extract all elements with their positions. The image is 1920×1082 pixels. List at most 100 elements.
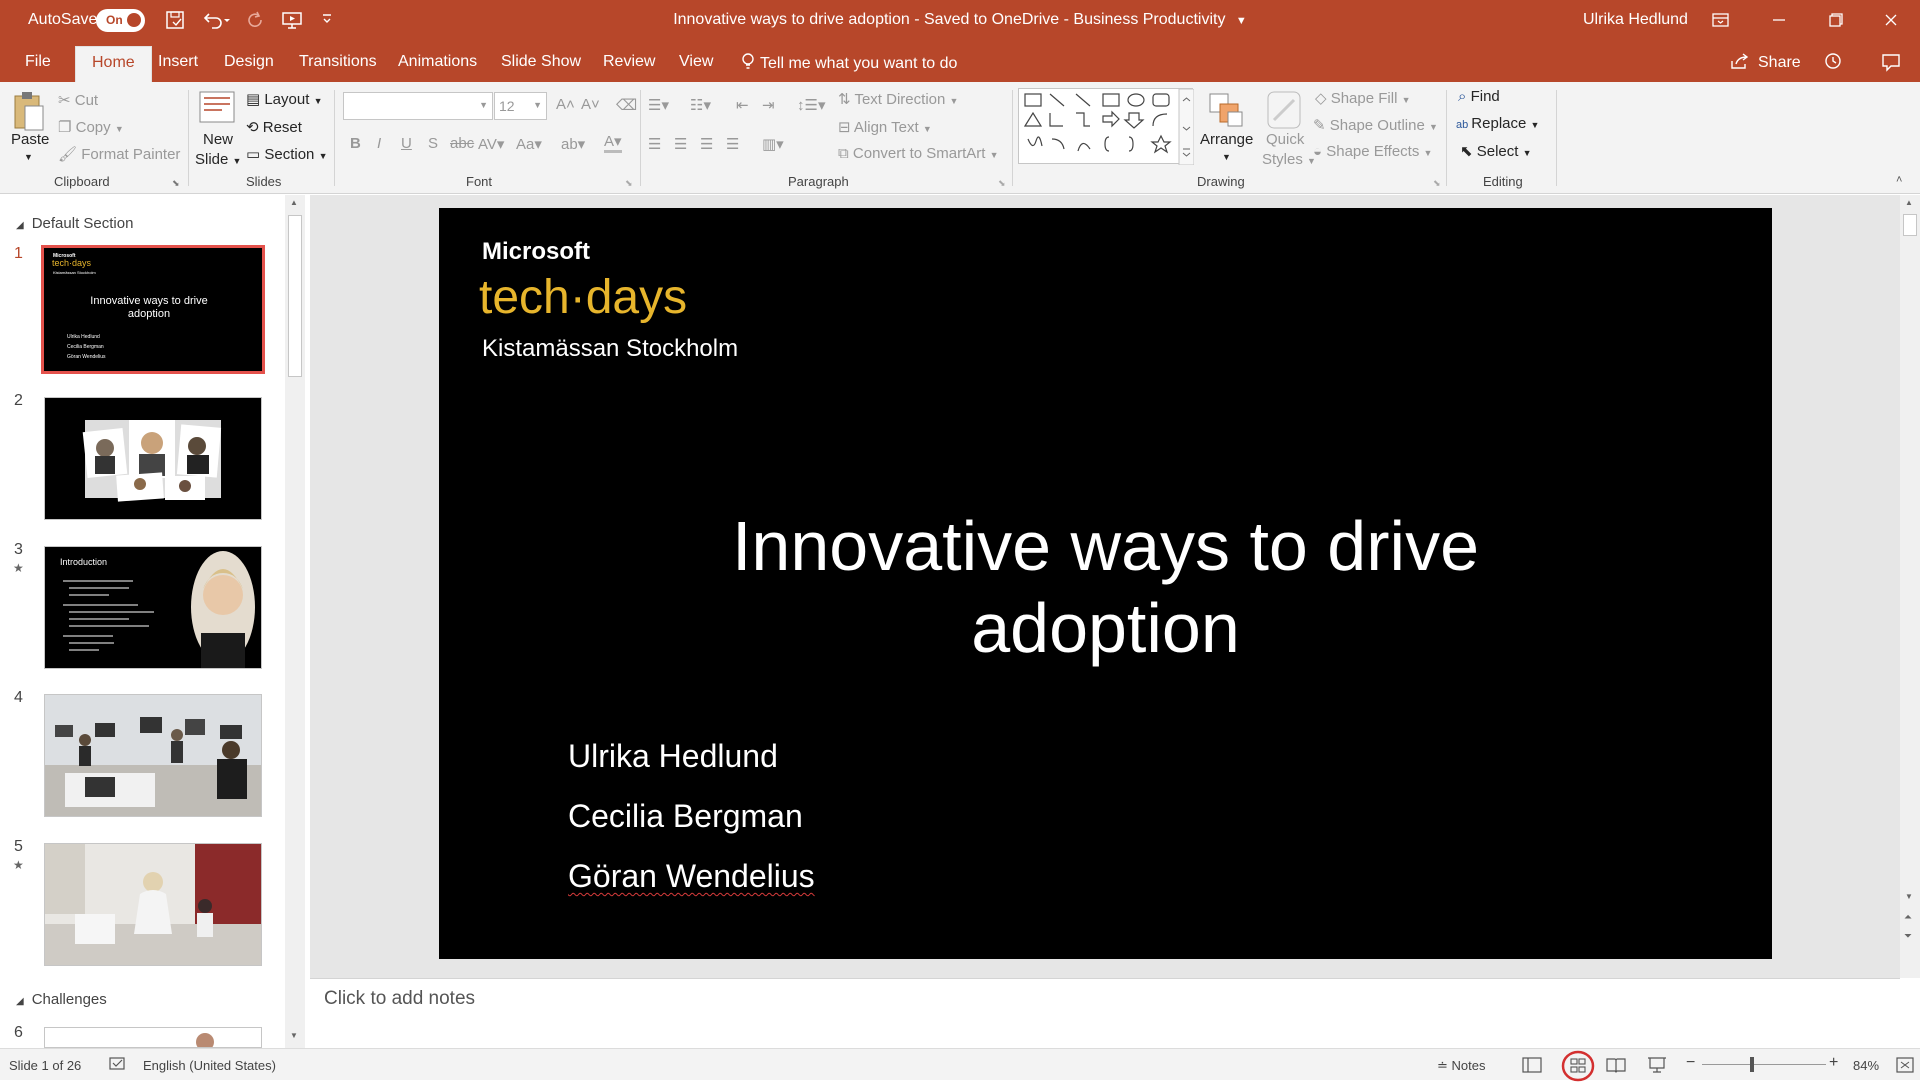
shape-outline-button[interactable]: ✎ Shape Outline ▼ (1313, 116, 1438, 134)
scrollbar-thumb[interactable] (288, 215, 302, 377)
tab-design[interactable]: Design (224, 53, 274, 71)
arrange-button[interactable]: Arrange (1200, 131, 1253, 148)
presenter-name[interactable]: Cecilia Bergman (568, 798, 803, 835)
minimize-icon[interactable] (1764, 8, 1794, 32)
scroll-down-icon[interactable]: ▼ (290, 1031, 298, 1040)
slide-thumbnail-4[interactable] (44, 694, 262, 817)
highlight-icon[interactable]: ab▾ (561, 135, 585, 153)
dialog-launcher-icon[interactable]: ⬊ (998, 178, 1006, 189)
change-case-icon[interactable]: Aa▾ (516, 135, 542, 153)
slide-thumbnail-3[interactable]: Introduction (44, 546, 262, 669)
layout-button[interactable]: ▤ Layout ▼ (246, 90, 322, 108)
close-icon[interactable] (1876, 8, 1906, 32)
decrease-indent-icon[interactable]: ⇤ (736, 96, 749, 114)
next-slide-icon[interactable]: ⏷ (1904, 931, 1912, 942)
tab-animations[interactable]: Animations (398, 53, 477, 71)
quick-styles-label-2[interactable]: Styles ▼ (1262, 151, 1316, 168)
italic-icon[interactable]: I (377, 135, 381, 152)
tab-home[interactable]: Home (75, 46, 152, 82)
clear-formatting-icon[interactable]: ⌫ (616, 96, 637, 114)
chevron-down-icon[interactable]: ▼ (24, 152, 33, 162)
zoom-level[interactable]: 84% (1853, 1058, 1879, 1073)
share-button[interactable]: Share (1730, 52, 1801, 72)
tab-review[interactable]: Review (603, 53, 655, 71)
select-button[interactable]: ⬉ Select ▼ (1460, 142, 1532, 160)
numbering-icon[interactable]: ☷▾ (690, 96, 711, 114)
user-name[interactable]: Ulrika Hedlund (1583, 11, 1688, 29)
font-name-combo[interactable]: ▼ (343, 92, 493, 120)
align-right-icon[interactable]: ☰ (700, 135, 713, 153)
copy-button[interactable]: ❐ Copy ▼ (58, 118, 124, 136)
increase-font-icon[interactable]: A˄ (556, 96, 575, 113)
comments-icon[interactable] (1880, 52, 1902, 72)
activity-history-icon[interactable] (1822, 51, 1844, 71)
zoom-slider-thumb[interactable] (1750, 1057, 1754, 1072)
slide-thumbnail-panel[interactable]: ◢ Default Section 1 Microsoft tech·days K… (0, 195, 305, 1048)
bullets-icon[interactable]: ☰▾ (648, 96, 669, 114)
bold-icon[interactable]: B (350, 135, 361, 152)
increase-indent-icon[interactable]: ⇥ (762, 96, 775, 114)
thumbnail-scrollbar[interactable]: ▲ ▼ (285, 195, 305, 1048)
decrease-font-icon[interactable]: A˅ (581, 96, 600, 113)
quick-styles-label-1[interactable]: Quick (1266, 131, 1304, 148)
notes-placeholder[interactable]: Click to add notes (324, 988, 475, 1010)
text-direction-button[interactable]: ⇅ Text Direction ▼ (838, 90, 958, 108)
chevron-down-icon[interactable]: ▼ (1222, 152, 1231, 162)
reading-view-icon[interactable] (1604, 1054, 1628, 1076)
section-button[interactable]: ▭ Section ▼ (246, 145, 327, 163)
tab-view[interactable]: View (679, 53, 713, 71)
character-spacing-icon[interactable]: AV▾ (478, 135, 504, 153)
tab-transitions[interactable]: Transitions (299, 53, 377, 71)
convert-smartart-button[interactable]: ⧉ Convert to SmartArt ▼ (838, 145, 999, 162)
zoom-out-icon[interactable]: − (1686, 1054, 1695, 1072)
slide-thumbnail-6[interactable] (44, 1027, 262, 1048)
align-left-icon[interactable]: ☰ (648, 135, 661, 153)
new-slide-label-2[interactable]: Slide ▼ (195, 151, 241, 168)
slide-thumbnail-5[interactable] (44, 843, 262, 966)
replace-button[interactable]: ab Replace ▼ (1456, 115, 1539, 132)
section-header-challenges[interactable]: ◢ Challenges (16, 991, 107, 1008)
align-text-button[interactable]: ⊟ Align Text ▼ (838, 118, 932, 136)
section-header-default[interactable]: ◢ Default Section (16, 215, 133, 232)
current-slide[interactable]: Microsoft tech·days Kistamässan Stockhol… (439, 208, 1772, 959)
presenter-name[interactable]: Ulrika Hedlund (568, 738, 778, 775)
line-spacing-icon[interactable]: ↕☰▾ (797, 96, 825, 114)
restore-icon[interactable] (1820, 8, 1850, 32)
editor-scrollbar[interactable]: ▲ ▼ ⏶ ⏷ (1900, 195, 1920, 978)
previous-slide-icon[interactable]: ⏶ (1904, 912, 1912, 923)
format-painter-button[interactable]: 🖌 Format Painter (58, 145, 180, 163)
slide-sorter-icon[interactable] (1561, 1050, 1595, 1082)
dialog-launcher-icon[interactable]: ⬊ (172, 178, 180, 189)
slide-location[interactable]: Kistamässan Stockholm (482, 335, 738, 363)
tab-insert[interactable]: Insert (158, 53, 198, 71)
tab-file[interactable]: File (25, 53, 51, 71)
spell-check-icon[interactable] (108, 1056, 126, 1072)
tab-slide-show[interactable]: Slide Show (501, 53, 581, 71)
shape-fill-button[interactable]: ◇ Shape Fill ▼ (1315, 89, 1411, 107)
reset-button[interactable]: ⟲ Reset (246, 118, 302, 136)
font-size-combo[interactable]: 12 ▼ (494, 92, 547, 120)
cut-button[interactable]: ✂ Cut (58, 91, 98, 109)
normal-view-icon[interactable] (1520, 1054, 1544, 1076)
new-slide-icon[interactable] (198, 90, 236, 124)
find-button[interactable]: ⌕ Find (1458, 88, 1500, 105)
collapse-ribbon-icon[interactable]: ˄ (1896, 174, 1902, 186)
scroll-up-icon[interactable]: ▲ (1905, 198, 1913, 207)
arrange-icon[interactable] (1206, 90, 1246, 132)
strikethrough-icon[interactable]: abc (450, 135, 474, 152)
notes-button[interactable]: ≐ Notes (1437, 1058, 1485, 1074)
tell-me-box[interactable]: Tell me what you want to do (742, 53, 957, 73)
ribbon-display-options-icon[interactable] (1705, 8, 1735, 32)
scrollbar-thumb[interactable] (1903, 214, 1917, 236)
scroll-up-icon[interactable]: ▲ (290, 198, 298, 207)
slide-brand[interactable]: Microsoft (482, 238, 590, 266)
scroll-down-icon[interactable]: ▼ (1905, 892, 1913, 901)
paste-button[interactable]: Paste (11, 131, 49, 148)
slide-title[interactable]: Innovative ways to drive adoption (439, 505, 1772, 669)
dialog-launcher-icon[interactable]: ⬊ (1433, 178, 1441, 189)
slide-event-name[interactable]: tech·days (479, 270, 687, 325)
slide-counter[interactable]: Slide 1 of 26 (9, 1058, 81, 1073)
shapes-gallery[interactable] (1018, 88, 1194, 165)
fit-to-window-icon[interactable] (1894, 1054, 1918, 1076)
quick-styles-icon[interactable] (1266, 90, 1302, 132)
